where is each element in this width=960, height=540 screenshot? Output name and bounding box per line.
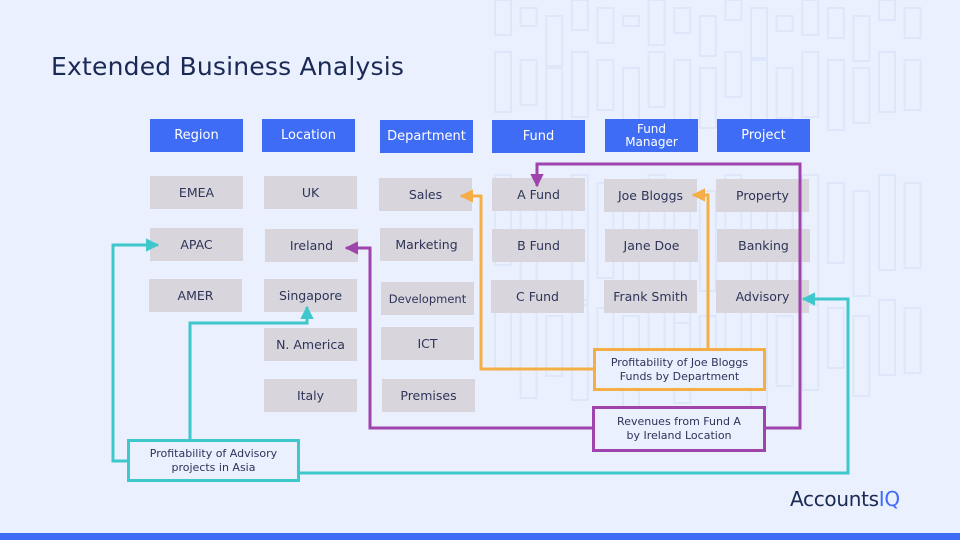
background-bar — [878, 51, 896, 113]
cell-apac: APAC — [150, 228, 243, 261]
cell-a-fund: A Fund — [492, 178, 585, 211]
cell-sales: Sales — [379, 178, 472, 211]
background-bar — [775, 67, 794, 119]
background-bar — [622, 15, 640, 27]
cell-emea: EMEA — [150, 176, 243, 209]
background-bar — [545, 15, 564, 67]
cell-property: Property — [716, 179, 809, 212]
background-bar — [519, 59, 538, 106]
cell-jane-doe: Jane Doe — [605, 229, 698, 262]
cell-advisory: Advisory — [716, 280, 809, 313]
background-bar — [494, 0, 512, 36]
cell-frank-smith: Frank Smith — [604, 280, 697, 313]
note-advisory-profitability: Profitability of Advisory projects in As… — [127, 439, 300, 482]
background-bar — [852, 190, 871, 297]
background-bar — [724, 0, 743, 21]
page-title: Extended Business Analysis — [51, 52, 405, 81]
background-bar — [878, 174, 896, 271]
note-joe-bloggs-profitability: Profitability of Joe Bloggs Funds by Dep… — [593, 348, 766, 391]
background-bar — [775, 15, 794, 32]
background-bar — [545, 315, 564, 377]
cell-development: Development — [381, 282, 474, 315]
cell-banking: Banking — [717, 229, 810, 262]
background-bar — [852, 315, 871, 397]
background-bar — [570, 299, 589, 401]
background-bar — [570, 51, 589, 118]
accountsiq-logo: AccountsIQ — [790, 487, 900, 511]
background-bar — [903, 307, 922, 374]
cell-b-fund: B Fund — [492, 229, 585, 262]
header-department: Department — [380, 120, 473, 153]
background-bar — [878, 0, 896, 21]
background-bar — [596, 7, 615, 44]
background-bar — [698, 67, 717, 129]
background-bar — [852, 67, 871, 124]
background-bar — [698, 190, 717, 292]
cell-premises: Premises — [382, 379, 475, 412]
background-bar — [903, 59, 922, 111]
background-bar — [596, 59, 615, 111]
background-bar — [647, 51, 666, 108]
cell-marketing: Marketing — [380, 228, 473, 261]
header-project: Project — [717, 119, 810, 152]
cell-italy: Italy — [264, 379, 357, 412]
cell-singapore: Singapore — [264, 279, 357, 312]
cell-n-america: N. America — [264, 328, 357, 361]
note-fund-a-revenues: Revenues from Fund A by Ireland Location — [592, 406, 766, 452]
cell-ireland: Ireland — [265, 229, 358, 262]
background-bar — [801, 51, 820, 118]
background-bar — [903, 182, 922, 269]
header-location: Location — [262, 119, 355, 152]
logo-accent: IQ — [878, 487, 900, 511]
cell-amer: AMER — [149, 279, 242, 312]
background-bar — [570, 0, 589, 31]
background-bar — [775, 315, 794, 387]
background-bar — [826, 182, 845, 264]
header-fund: Fund — [492, 120, 585, 153]
background-bar — [647, 0, 666, 46]
cell-joe-bloggs: Joe Bloggs — [604, 179, 697, 212]
background-bar — [801, 0, 820, 36]
cell-uk: UK — [264, 176, 357, 209]
cell-c-fund: C Fund — [491, 280, 584, 313]
bottom-accent-bar — [0, 533, 960, 540]
background-bar — [826, 59, 845, 131]
background-bar — [826, 7, 845, 39]
background-bar — [494, 51, 512, 113]
background-bar — [750, 7, 768, 59]
background-bar — [826, 307, 845, 369]
background-bar — [903, 7, 922, 39]
header-fund-manager: Fund Manager — [605, 119, 698, 152]
header-region: Region — [150, 119, 243, 152]
background-bar — [878, 299, 896, 376]
cell-ict: ICT — [381, 327, 474, 360]
background-bar — [801, 299, 820, 391]
logo-text: Accounts — [790, 487, 879, 511]
background-bar — [673, 7, 692, 34]
background-bar — [519, 307, 538, 399]
background-bar — [519, 7, 538, 27]
background-bar — [724, 51, 743, 98]
background-bar — [698, 15, 717, 57]
background-bar — [852, 15, 871, 62]
